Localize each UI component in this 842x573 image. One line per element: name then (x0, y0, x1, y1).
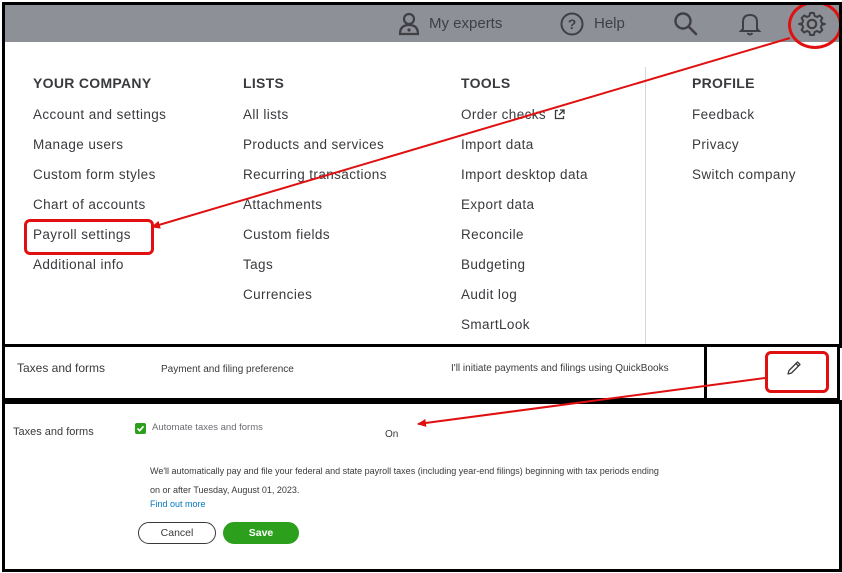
taxes-summary-title: Taxes and forms (17, 361, 106, 375)
lists-column: LISTS All lists Products and services Re… (243, 75, 387, 318)
checkmark-icon (136, 425, 145, 432)
profile-heading: PROFILE (692, 75, 755, 91)
menu-item-switch-company[interactable]: Switch company (692, 168, 796, 198)
bell-icon (738, 11, 762, 37)
taxes-summary-row: Taxes and forms Payment and filing prefe… (2, 344, 707, 401)
menu-item-reconcile[interactable]: Reconcile (461, 228, 588, 258)
menu-item-budgeting[interactable]: Budgeting (461, 258, 588, 288)
menu-item-privacy[interactable]: Privacy (692, 138, 796, 168)
menu-item-import-data[interactable]: Import data (461, 138, 588, 168)
payroll-settings-highlight-annotation (24, 219, 154, 255)
menu-item-custom-fields[interactable]: Custom fields (243, 228, 387, 258)
menu-item-currencies[interactable]: Currencies (243, 288, 387, 318)
column-divider (645, 67, 646, 345)
notifications-button[interactable] (738, 5, 762, 42)
menu-item-audit-log[interactable]: Audit log (461, 288, 588, 318)
automate-taxes-checkbox[interactable] (135, 423, 146, 434)
lists-heading: LISTS (243, 75, 285, 91)
automate-taxes-status: On (385, 429, 399, 440)
menu-item-tags[interactable]: Tags (243, 258, 387, 288)
tools-column: TOOLS Order checks Import data Import de… (461, 75, 588, 345)
help-icon: ? (558, 12, 586, 36)
top-navigation-bar: My experts ? Help (5, 5, 839, 42)
automate-taxes-label: Automate taxes and forms (152, 422, 263, 433)
menu-item-recurring-transactions[interactable]: Recurring transactions (243, 168, 387, 198)
payment-filing-preference-label: Payment and filing preference (161, 364, 294, 375)
menu-item-export-data[interactable]: Export data (461, 198, 588, 228)
pencil-icon[interactable] (786, 360, 802, 381)
profile-column: PROFILE Feedback Privacy Switch company (692, 75, 796, 198)
payment-filing-preference-value: I'll initiate payments and filings using… (451, 363, 669, 374)
gear-highlight-annotation (788, 5, 839, 49)
svg-text:?: ? (568, 16, 577, 32)
menu-item-products-and-services[interactable]: Products and services (243, 138, 387, 168)
taxes-edit-panel: Taxes and forms Automate taxes and forms… (2, 400, 842, 572)
menu-item-account-and-settings[interactable]: Account and settings (33, 108, 166, 138)
your-company-heading: YOUR COMPANY (33, 75, 152, 91)
menu-item-order-checks[interactable]: Order checks (461, 108, 588, 138)
tools-heading: TOOLS (461, 75, 511, 91)
menu-item-custom-form-styles[interactable]: Custom form styles (33, 168, 166, 198)
my-experts-label: My experts (429, 15, 503, 32)
external-link-icon (554, 109, 565, 122)
menu-item-additional-info[interactable]: Additional info (33, 258, 166, 288)
automate-taxes-description: We'll automatically pay and file your fe… (150, 466, 659, 495)
edit-panel (704, 344, 840, 401)
save-button[interactable]: Save (223, 522, 299, 544)
my-experts-link[interactable]: My experts (397, 5, 502, 42)
taxes-edit-title: Taxes and forms (13, 426, 94, 438)
settings-menu-panel: My experts ? Help YOUR COMPANY Account a… (2, 2, 842, 348)
menu-item-attachments[interactable]: Attachments (243, 198, 387, 228)
help-button[interactable]: ? Help (558, 5, 625, 42)
menu-item-feedback[interactable]: Feedback (692, 108, 796, 138)
search-button[interactable] (673, 5, 699, 42)
cancel-button[interactable]: Cancel (138, 522, 216, 544)
menu-item-import-desktop-data[interactable]: Import desktop data (461, 168, 588, 198)
find-out-more-link[interactable]: Find out more (150, 499, 206, 509)
menu-item-manage-users[interactable]: Manage users (33, 138, 166, 168)
order-checks-label: Order checks (461, 107, 547, 122)
search-icon (673, 11, 699, 37)
menu-item-all-lists[interactable]: All lists (243, 108, 387, 138)
help-label: Help (594, 15, 625, 32)
experts-icon (397, 12, 421, 36)
your-company-column: YOUR COMPANY Account and settings Manage… (33, 75, 166, 288)
